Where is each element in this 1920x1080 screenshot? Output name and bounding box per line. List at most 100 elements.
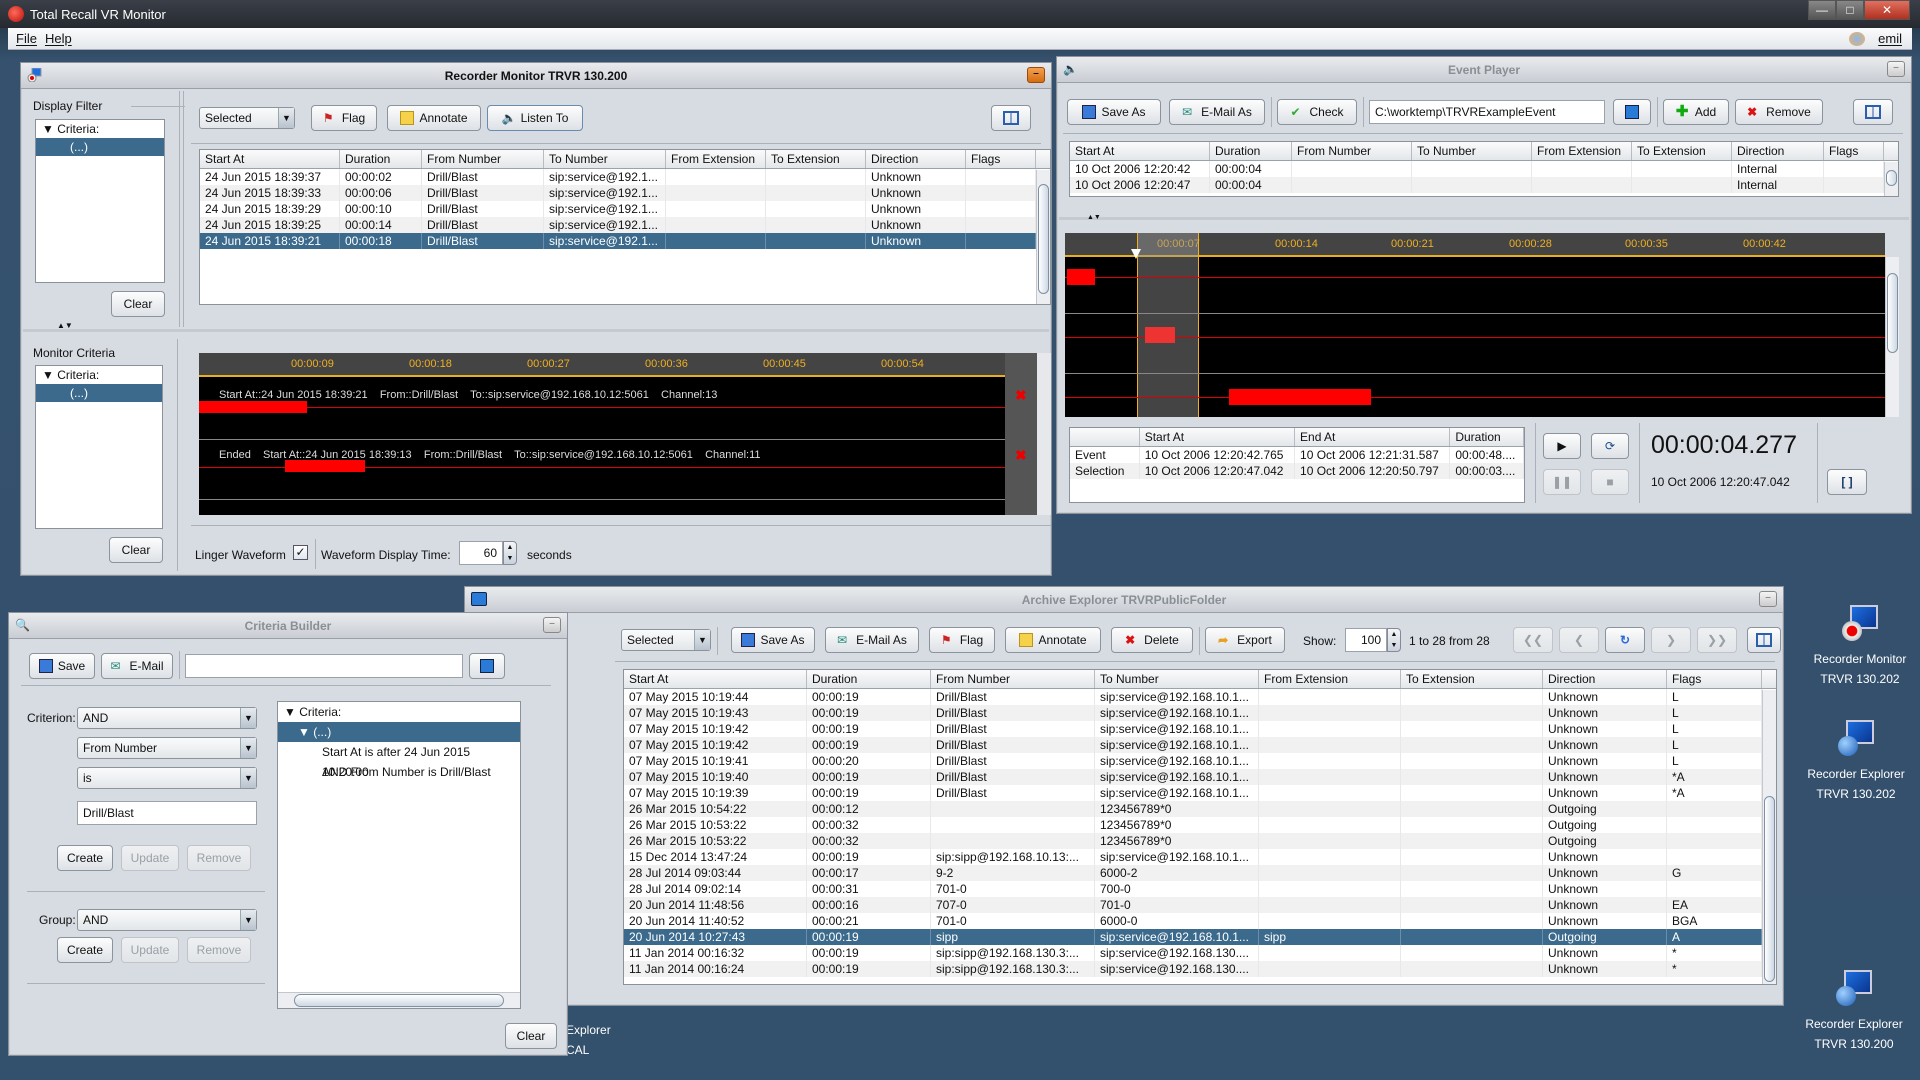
table-row[interactable]: 10 Oct 2006 12:20:42 00:00:04 Internal bbox=[1070, 161, 1898, 177]
column-header[interactable]: Start At bbox=[200, 150, 340, 168]
email-as-button[interactable]: ✉ E-Mail As bbox=[1169, 99, 1265, 125]
info-row[interactable]: Event 10 Oct 2006 12:20:42.765 10 Oct 2006… bbox=[1070, 447, 1524, 463]
tree-root[interactable]: ▼ Criteria: bbox=[36, 120, 164, 138]
column-header[interactable]: To Extension bbox=[766, 150, 866, 168]
table-row[interactable]: 20 Jun 2014 10:27:43 00:00:19 sipp sip:serv… bbox=[624, 929, 1776, 945]
table-row[interactable]: 07 May 2015 10:19:42 00:00:19 Drill/Blast s… bbox=[624, 737, 1776, 753]
tree-root[interactable]: ▼ Criteria: bbox=[278, 702, 520, 722]
table-row[interactable]: 07 May 2015 10:19:41 00:00:20 Drill/Blast s… bbox=[624, 753, 1776, 769]
info-row[interactable]: Selection 10 Oct 2006 12:20:47.042 10 Oct … bbox=[1070, 463, 1524, 479]
event-waveform-panel[interactable]: 00:00:07 00:00:14 00:00:21 00:00:28 00:0… bbox=[1065, 233, 1885, 417]
column-header[interactable]: Direction bbox=[1543, 670, 1667, 688]
layout-toggle-button[interactable] bbox=[1747, 627, 1781, 653]
column-header[interactable]: Start At bbox=[1140, 428, 1296, 446]
close-button[interactable]: ✕ bbox=[1864, 0, 1910, 20]
event-path-input[interactable]: C:\worktemp\TRVRExampleEvent bbox=[1369, 100, 1605, 124]
desktop-icon-recorder-explorer-200[interactable]: Recorder Explorer TRVR 130.200 bbox=[1794, 970, 1914, 1054]
table-row[interactable]: 24 Jun 2015 18:39:37 00:00:02 Drill/Blast s… bbox=[200, 169, 1050, 185]
live-waveform-panel[interactable]: 00:00:09 00:00:18 00:00:27 00:00:36 00:0… bbox=[199, 353, 1005, 515]
annotate-button[interactable]: Annotate bbox=[1005, 627, 1101, 653]
tree-root[interactable]: ▼ Criteria: bbox=[36, 366, 162, 384]
close-channel-11-icon[interactable]: ✖ bbox=[1015, 447, 1027, 464]
linger-waveform-checkbox[interactable]: ✓ bbox=[293, 545, 308, 560]
table-row[interactable]: 26 Mar 2015 10:53:22 00:00:32 123456789*0 O… bbox=[624, 817, 1776, 833]
table-row[interactable]: 26 Mar 2015 10:54:22 00:00:12 123456789*0 O… bbox=[624, 801, 1776, 817]
tree-horizontal-scrollbar[interactable] bbox=[278, 992, 520, 1008]
minimize-window-button[interactable]: – bbox=[543, 617, 561, 633]
desktop-icon-recorder-monitor-202[interactable]: Recorder Monitor TRVR 130.202 bbox=[1800, 605, 1920, 689]
criteria-name-input[interactable] bbox=[185, 654, 463, 678]
display-filter-clear-button[interactable]: Clear bbox=[111, 291, 165, 317]
table-row[interactable]: 24 Jun 2015 18:39:21 00:00:18 Drill/Blast s… bbox=[200, 233, 1050, 249]
minimize-button[interactable]: — bbox=[1808, 0, 1836, 20]
table-row[interactable]: 28 Jul 2014 09:02:14 00:00:31 701-0 700-0 Un… bbox=[624, 881, 1776, 897]
column-header[interactable]: Flags bbox=[966, 150, 1036, 168]
desktop-icon-recorder-explorer-202[interactable]: Recorder Explorer TRVR 130.202 bbox=[1796, 720, 1916, 804]
archive-explorer-titlebar[interactable]: Archive Explorer TRVRPublicFolder – bbox=[465, 587, 1783, 613]
archive-table-scrollbar[interactable] bbox=[1762, 690, 1776, 984]
column-header[interactable]: Flags bbox=[1667, 670, 1762, 688]
previous-page-button[interactable]: ❮ bbox=[1559, 627, 1599, 653]
table-row[interactable]: 28 Jul 2014 09:03:44 00:00:17 9-2 6000-2 Unk… bbox=[624, 865, 1776, 881]
column-header[interactable]: Direction bbox=[1732, 142, 1824, 160]
table-row[interactable]: 11 Jan 2014 00:16:24 00:00:19 sip:sipp@192… bbox=[624, 961, 1776, 977]
save-button[interactable]: Save bbox=[29, 653, 95, 679]
email-button[interactable]: ✉ E-Mail bbox=[101, 653, 173, 679]
minimize-window-button[interactable]: – bbox=[1759, 591, 1777, 607]
criterion-field-dropdown[interactable]: From Number ▼ bbox=[77, 737, 257, 759]
column-header[interactable] bbox=[1070, 428, 1140, 446]
selection-mode-dropdown[interactable]: Selected ▼ bbox=[621, 629, 711, 651]
column-header[interactable]: Duration bbox=[807, 670, 931, 688]
add-button[interactable]: ✚ Add bbox=[1663, 99, 1729, 125]
delete-button[interactable]: ✖ Delete bbox=[1111, 627, 1193, 653]
table-row[interactable]: 26 Mar 2015 10:53:22 00:00:32 123456789*0 O… bbox=[624, 833, 1776, 849]
criterion-value-input[interactable]: Drill/Blast bbox=[77, 801, 257, 825]
pause-button[interactable]: ❚❚ bbox=[1543, 469, 1581, 495]
recordings-table[interactable]: Start At Duration From Number To Number From… bbox=[199, 149, 1051, 305]
group-update-button[interactable]: Update bbox=[121, 937, 179, 963]
column-header[interactable]: From Number bbox=[1292, 142, 1412, 160]
next-page-button[interactable]: ❯ bbox=[1651, 627, 1691, 653]
layout-toggle-button[interactable] bbox=[991, 105, 1031, 131]
tree-criterion-item[interactable]: Start At is after 24 Jun 2015 10:20:00 bbox=[278, 742, 520, 779]
email-as-button[interactable]: ✉ E-Mail As bbox=[825, 627, 919, 653]
play-button[interactable]: ▶ bbox=[1543, 433, 1581, 459]
table-row[interactable]: 07 May 2015 10:19:39 00:00:19 Drill/Blast s… bbox=[624, 785, 1776, 801]
table-row[interactable]: 07 May 2015 10:19:40 00:00:19 Drill/Blast s… bbox=[624, 769, 1776, 785]
monitor-criteria-clear-button[interactable]: Clear bbox=[109, 537, 163, 563]
selection-mode-dropdown[interactable]: Selected ▼ bbox=[199, 107, 295, 129]
column-header[interactable]: Start At bbox=[1070, 142, 1210, 160]
column-header[interactable]: Duration bbox=[340, 150, 422, 168]
events-table-scrollbar[interactable] bbox=[1884, 162, 1898, 196]
table-row[interactable]: 24 Jun 2015 18:39:25 00:00:14 Drill/Blast s… bbox=[200, 217, 1050, 233]
annotate-button[interactable]: Annotate bbox=[387, 105, 481, 131]
minimize-window-button[interactable]: – bbox=[1887, 61, 1905, 77]
browse-button[interactable] bbox=[469, 653, 505, 679]
page-size-input[interactable]: 100 bbox=[1345, 628, 1387, 652]
column-header[interactable]: Direction bbox=[866, 150, 966, 168]
tree-group-node[interactable]: (...) bbox=[36, 138, 164, 156]
save-as-button[interactable]: Save As bbox=[731, 627, 815, 653]
column-header[interactable]: To Number bbox=[1095, 670, 1259, 688]
browse-button[interactable] bbox=[1613, 99, 1651, 125]
loop-button[interactable]: ⟳ bbox=[1591, 433, 1629, 459]
column-header[interactable]: Start At bbox=[624, 670, 807, 688]
criterion-remove-button[interactable]: Remove bbox=[187, 845, 251, 871]
criterion-comparator-dropdown[interactable]: is ▼ bbox=[77, 767, 257, 789]
table-row[interactable]: 20 Jun 2014 11:40:52 00:00:21 701-0 6000-0 U… bbox=[624, 913, 1776, 929]
splitter-arrows[interactable]: ▲▼ bbox=[1087, 214, 1101, 221]
events-table[interactable]: Start At Duration From Number To Number From… bbox=[1069, 141, 1899, 197]
criterion-operator-dropdown[interactable]: AND ▼ bbox=[77, 707, 257, 729]
table-row[interactable]: 24 Jun 2015 18:39:29 00:00:10 Drill/Blast s… bbox=[200, 201, 1050, 217]
event-player-titlebar[interactable]: 🔈 Event Player – bbox=[1057, 57, 1911, 83]
table-row[interactable]: 10 Oct 2006 12:20:47 00:00:04 Internal bbox=[1070, 177, 1898, 193]
last-page-button[interactable]: ❯❯ bbox=[1697, 627, 1737, 653]
column-header[interactable]: Duration bbox=[1450, 428, 1524, 446]
flag-button[interactable]: ⚑ Flag bbox=[311, 105, 377, 131]
splitter-arrows[interactable]: ▲▼ bbox=[57, 321, 73, 330]
first-page-button[interactable]: ❮❮ bbox=[1513, 627, 1553, 653]
table-row[interactable]: 20 Jun 2014 11:48:56 00:00:16 707-0 701-0 Un… bbox=[624, 897, 1776, 913]
column-header[interactable]: From Extension bbox=[1259, 670, 1401, 688]
column-header[interactable]: From Extension bbox=[1532, 142, 1632, 160]
remove-button[interactable]: ✖ Remove bbox=[1735, 99, 1823, 125]
